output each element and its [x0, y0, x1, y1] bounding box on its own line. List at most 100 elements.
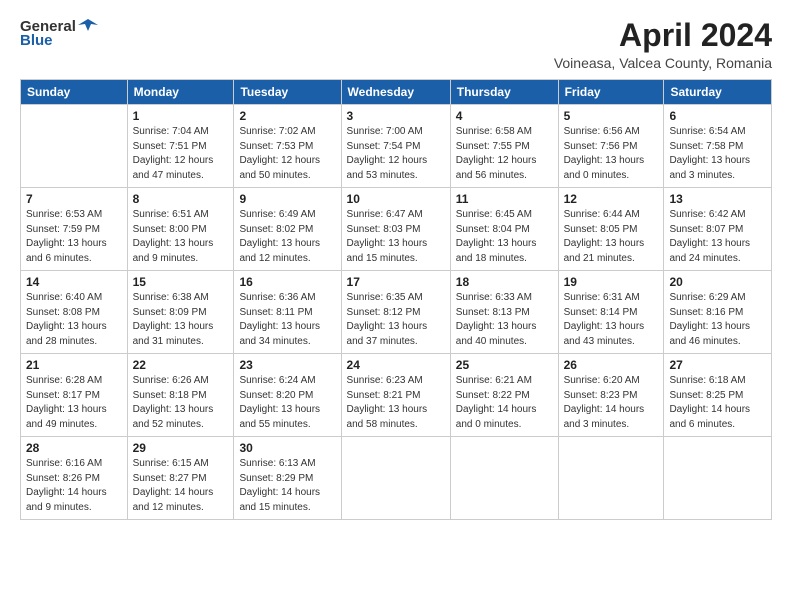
- day-number: 30: [239, 441, 335, 455]
- calendar-cell: 29 Sunrise: 6:15 AM Sunset: 8:27 PM Dayli…: [127, 437, 234, 520]
- calendar-week-row: 14Sunrise: 6:40 AM Sunset: 8:08 PM Dayli…: [21, 271, 772, 354]
- day-number: 18: [456, 275, 553, 289]
- day-info: Sunrise: 7:04 AM Sunset: 7:51 PM Dayligh…: [133, 125, 229, 183]
- header: General Blue April 2024 Voineasa, Valcea…: [20, 18, 772, 71]
- calendar-cell: 6 Sunrise: 6:54 AM Sunset: 7:58 PM Daylig…: [664, 105, 772, 188]
- day-info: Sunrise: 6:45 AM Sunset: 8:04 PM Dayligh…: [456, 208, 553, 266]
- day-number: 12: [564, 192, 659, 206]
- calendar-cell: 19 Sunrise: 6:31 AM Sunset: 8:14 PM Dayli…: [558, 271, 664, 354]
- calendar-cell: 4 Sunrise: 6:58 AM Sunset: 7:55 PM Daylig…: [450, 105, 558, 188]
- calendar-cell: 18 Sunrise: 6:33 AM Sunset: 8:13 PM Dayli…: [450, 271, 558, 354]
- location-subtitle: Voineasa, Valcea County, Romania: [554, 55, 772, 71]
- calendar-week-row: 28 Sunrise: 6:16 AM Sunset: 8:26 PM Dayli…: [21, 437, 772, 520]
- page-container: General Blue April 2024 Voineasa, Valcea…: [0, 0, 792, 530]
- calendar-cell: 8 Sunrise: 6:51 AM Sunset: 8:00 PM Daylig…: [127, 188, 234, 271]
- day-info: Sunrise: 7:00 AM Sunset: 7:54 PM Dayligh…: [347, 125, 445, 183]
- calendar-cell: 11 Sunrise: 6:45 AM Sunset: 8:04 PM Dayli…: [450, 188, 558, 271]
- day-number: 10: [347, 192, 445, 206]
- calendar-cell: 25 Sunrise: 6:21 AM Sunset: 8:22 PM Dayli…: [450, 354, 558, 437]
- calendar-cell: 20Sunrise: 6:29 AM Sunset: 8:16 PM Dayli…: [664, 271, 772, 354]
- day-info: Sunrise: 7:02 AM Sunset: 7:53 PM Dayligh…: [239, 125, 335, 183]
- col-header-wednesday: Wednesday: [341, 80, 450, 105]
- day-info: Sunrise: 6:38 AM Sunset: 8:09 PM Dayligh…: [133, 291, 229, 349]
- day-info: Sunrise: 6:47 AM Sunset: 8:03 PM Dayligh…: [347, 208, 445, 266]
- calendar-cell: 26 Sunrise: 6:20 AM Sunset: 8:23 PM Dayli…: [558, 354, 664, 437]
- day-info: Sunrise: 6:40 AM Sunset: 8:08 PM Dayligh…: [26, 291, 122, 349]
- day-number: 25: [456, 358, 553, 372]
- day-info: Sunrise: 6:16 AM Sunset: 8:26 PM Dayligh…: [26, 457, 122, 515]
- calendar-cell: 16Sunrise: 6:36 AM Sunset: 8:11 PM Dayli…: [234, 271, 341, 354]
- day-number: 26: [564, 358, 659, 372]
- day-info: Sunrise: 6:20 AM Sunset: 8:23 PM Dayligh…: [564, 374, 659, 432]
- day-number: 29: [133, 441, 229, 455]
- calendar-week-row: 1 Sunrise: 7:04 AM Sunset: 7:51 PM Daylig…: [21, 105, 772, 188]
- calendar-cell: 13 Sunrise: 6:42 AM Sunset: 8:07 PM Dayli…: [664, 188, 772, 271]
- calendar-cell: 14Sunrise: 6:40 AM Sunset: 8:08 PM Dayli…: [21, 271, 128, 354]
- calendar-cell: 3 Sunrise: 7:00 AM Sunset: 7:54 PM Daylig…: [341, 105, 450, 188]
- day-number: 2: [239, 109, 335, 123]
- logo-bird-icon: [78, 17, 98, 35]
- day-number: 3: [347, 109, 445, 123]
- calendar-week-row: 7 Sunrise: 6:53 AM Sunset: 7:59 PM Daylig…: [21, 188, 772, 271]
- day-info: Sunrise: 6:28 AM Sunset: 8:17 PM Dayligh…: [26, 374, 122, 432]
- calendar-cell: 10 Sunrise: 6:47 AM Sunset: 8:03 PM Dayli…: [341, 188, 450, 271]
- month-title: April 2024: [554, 18, 772, 53]
- day-number: 20: [669, 275, 766, 289]
- calendar-cell: 21 Sunrise: 6:28 AM Sunset: 8:17 PM Dayli…: [21, 354, 128, 437]
- calendar-cell: 24 Sunrise: 6:23 AM Sunset: 8:21 PM Dayli…: [341, 354, 450, 437]
- day-info: Sunrise: 6:21 AM Sunset: 8:22 PM Dayligh…: [456, 374, 553, 432]
- calendar-cell: 17Sunrise: 6:35 AM Sunset: 8:12 PM Dayli…: [341, 271, 450, 354]
- calendar-cell: [21, 105, 128, 188]
- day-info: Sunrise: 6:23 AM Sunset: 8:21 PM Dayligh…: [347, 374, 445, 432]
- day-number: 28: [26, 441, 122, 455]
- day-number: 7: [26, 192, 122, 206]
- day-number: 8: [133, 192, 229, 206]
- col-header-saturday: Saturday: [664, 80, 772, 105]
- day-info: Sunrise: 6:15 AM Sunset: 8:27 PM Dayligh…: [133, 457, 229, 515]
- calendar-cell: 27Sunrise: 6:18 AM Sunset: 8:25 PM Dayli…: [664, 354, 772, 437]
- day-info: Sunrise: 6:33 AM Sunset: 8:13 PM Dayligh…: [456, 291, 553, 349]
- col-header-friday: Friday: [558, 80, 664, 105]
- calendar-table: SundayMondayTuesdayWednesdayThursdayFrid…: [20, 79, 772, 520]
- day-info: Sunrise: 6:53 AM Sunset: 7:59 PM Dayligh…: [26, 208, 122, 266]
- col-header-monday: Monday: [127, 80, 234, 105]
- day-number: 1: [133, 109, 229, 123]
- day-info: Sunrise: 6:51 AM Sunset: 8:00 PM Dayligh…: [133, 208, 229, 266]
- calendar-cell: 30 Sunrise: 6:13 AM Sunset: 8:29 PM Dayli…: [234, 437, 341, 520]
- day-info: Sunrise: 6:35 AM Sunset: 8:12 PM Dayligh…: [347, 291, 445, 349]
- calendar-cell: [558, 437, 664, 520]
- day-number: 15: [133, 275, 229, 289]
- day-number: 11: [456, 192, 553, 206]
- calendar-cell: 12 Sunrise: 6:44 AM Sunset: 8:05 PM Dayli…: [558, 188, 664, 271]
- day-number: 19: [564, 275, 659, 289]
- day-number: 24: [347, 358, 445, 372]
- calendar-cell: 2 Sunrise: 7:02 AM Sunset: 7:53 PM Daylig…: [234, 105, 341, 188]
- calendar-cell: 15 Sunrise: 6:38 AM Sunset: 8:09 PM Dayli…: [127, 271, 234, 354]
- day-info: Sunrise: 6:24 AM Sunset: 8:20 PM Dayligh…: [239, 374, 335, 432]
- calendar-cell: 9Sunrise: 6:49 AM Sunset: 8:02 PM Daylig…: [234, 188, 341, 271]
- day-number: 16: [239, 275, 335, 289]
- day-number: 6: [669, 109, 766, 123]
- calendar-week-row: 21 Sunrise: 6:28 AM Sunset: 8:17 PM Dayli…: [21, 354, 772, 437]
- day-number: 4: [456, 109, 553, 123]
- calendar-cell: [664, 437, 772, 520]
- col-header-tuesday: Tuesday: [234, 80, 341, 105]
- col-header-thursday: Thursday: [450, 80, 558, 105]
- day-info: Sunrise: 6:54 AM Sunset: 7:58 PM Dayligh…: [669, 125, 766, 183]
- day-number: 21: [26, 358, 122, 372]
- calendar-cell: 1 Sunrise: 7:04 AM Sunset: 7:51 PM Daylig…: [127, 105, 234, 188]
- day-number: 23: [239, 358, 335, 372]
- day-info: Sunrise: 6:18 AM Sunset: 8:25 PM Dayligh…: [669, 374, 766, 432]
- day-info: Sunrise: 6:58 AM Sunset: 7:55 PM Dayligh…: [456, 125, 553, 183]
- day-info: Sunrise: 6:44 AM Sunset: 8:05 PM Dayligh…: [564, 208, 659, 266]
- logo: General Blue: [20, 18, 98, 49]
- day-info: Sunrise: 6:31 AM Sunset: 8:14 PM Dayligh…: [564, 291, 659, 349]
- day-info: Sunrise: 6:49 AM Sunset: 8:02 PM Dayligh…: [239, 208, 335, 266]
- day-info: Sunrise: 6:42 AM Sunset: 8:07 PM Dayligh…: [669, 208, 766, 266]
- day-info: Sunrise: 6:13 AM Sunset: 8:29 PM Dayligh…: [239, 457, 335, 515]
- calendar-cell: 7 Sunrise: 6:53 AM Sunset: 7:59 PM Daylig…: [21, 188, 128, 271]
- day-number: 13: [669, 192, 766, 206]
- logo-blue-text: Blue: [20, 32, 53, 49]
- calendar-cell: 5Sunrise: 6:56 AM Sunset: 7:56 PM Daylig…: [558, 105, 664, 188]
- col-header-sunday: Sunday: [21, 80, 128, 105]
